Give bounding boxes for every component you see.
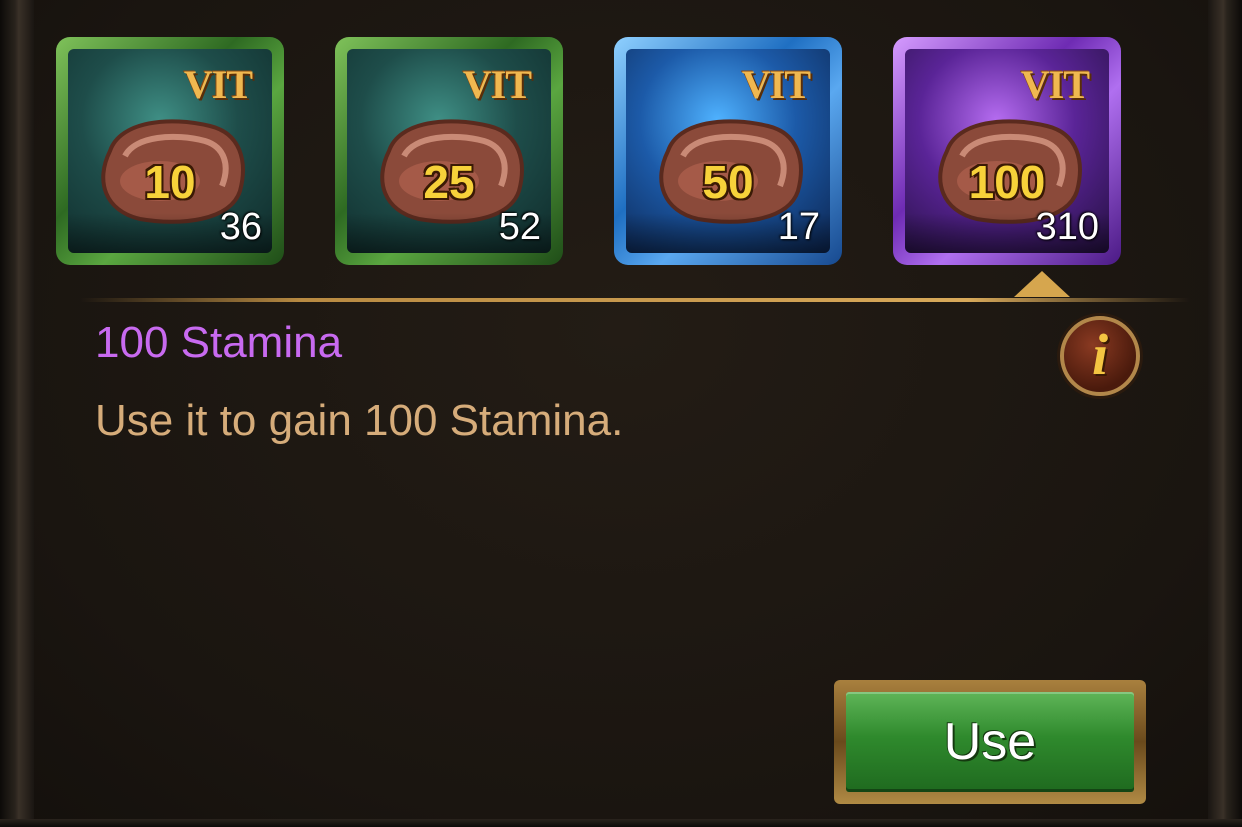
item-panel: VIT 10 36 VIT 25 52 VIT 50 17 VIT 100 31… (0, 0, 1242, 827)
panel-frame-left (0, 0, 34, 827)
item-slot-inner: VIT 50 17 (626, 49, 830, 253)
use-button[interactable]: Use (834, 680, 1146, 804)
selection-divider (80, 298, 1190, 302)
vit-tag: VIT (462, 62, 532, 107)
panel-frame-right (1208, 0, 1242, 827)
item-amount: 10 (144, 156, 196, 208)
selection-pointer-icon (1014, 271, 1070, 297)
item-slot-inner: VIT 25 52 (347, 49, 551, 253)
item-amount: 100 (968, 156, 1046, 208)
vit-tag: VIT (183, 62, 253, 107)
item-slot-vit-100[interactable]: VIT 100 310 (893, 37, 1121, 265)
selected-item-description: Use it to gain 100 Stamina. (95, 396, 624, 445)
item-count: 36 (219, 206, 262, 248)
item-count: 310 (1035, 206, 1099, 248)
vit-tag: VIT (741, 62, 811, 107)
item-count: 17 (777, 206, 820, 248)
item-slot-inner: VIT 100 310 (905, 49, 1109, 253)
selected-item-title: 100 Stamina (95, 318, 343, 367)
item-amount: 50 (702, 156, 754, 208)
item-slot-vit-50[interactable]: VIT 50 17 (614, 37, 842, 265)
item-slot-inner: VIT 10 36 (68, 49, 272, 253)
item-amount: 25 (423, 156, 475, 208)
use-button-face: Use (846, 692, 1134, 792)
panel-frame-bottom (0, 819, 1242, 827)
item-count: 52 (498, 206, 541, 248)
info-button[interactable]: i (1060, 316, 1140, 396)
use-button-label: Use (943, 713, 1037, 771)
item-slot-vit-10[interactable]: VIT 10 36 (56, 37, 284, 265)
info-icon: i (1091, 321, 1109, 387)
item-slot-vit-25[interactable]: VIT 25 52 (335, 37, 563, 265)
vit-tag: VIT (1020, 62, 1090, 107)
